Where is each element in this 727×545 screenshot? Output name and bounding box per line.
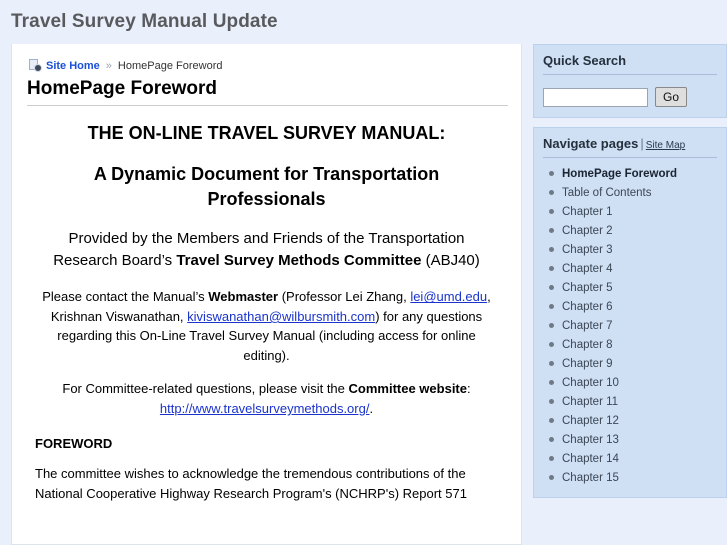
navigate-pages-list: HomePage Foreword Table of Contents Chapte…: [543, 164, 717, 487]
contact-text-1: Please contact the Manual’s: [42, 289, 209, 305]
provided-by-bold: Travel Survey Methods Committee: [176, 251, 422, 269]
nav-item-chapter-1[interactable]: Chapter 1: [543, 202, 717, 221]
nav-item-chapter-9[interactable]: Chapter 9: [543, 354, 717, 373]
content-page-title: HomePage Foreword: [27, 78, 508, 106]
committee-text-2: :: [467, 381, 471, 397]
nav-item-label: Chapter 5: [562, 281, 613, 294]
site-map-link[interactable]: Site Map: [646, 140, 685, 151]
contact-bold-webmaster: Webmaster: [208, 289, 279, 305]
nav-item-chapter-15[interactable]: Chapter 15: [543, 468, 717, 487]
email-link-lei[interactable]: lei@umd.edu: [410, 289, 487, 304]
nav-item-chapter-8[interactable]: Chapter 8: [543, 335, 717, 354]
page-title-heading: Travel Survey Manual Update: [11, 11, 278, 32]
bullet-icon: [549, 456, 554, 461]
bullet-icon: [549, 323, 554, 328]
bullet-icon: [549, 171, 554, 176]
bullet-icon: [549, 437, 554, 442]
committee-text-1: For Committee-related questions, please …: [62, 381, 349, 397]
sidebar: Quick Search Go Navigate pages | Site Map …: [533, 44, 727, 507]
bullet-icon: [549, 475, 554, 480]
foreword-paragraph: The committee wishes to acknowledge the …: [35, 466, 467, 501]
nav-item-chapter-12[interactable]: Chapter 12: [543, 411, 717, 430]
bullet-icon: [549, 361, 554, 366]
nav-item-chapter-13[interactable]: Chapter 13: [543, 430, 717, 449]
bullet-icon: [549, 247, 554, 252]
nav-item-chapter-5[interactable]: Chapter 5: [543, 278, 717, 297]
bullet-icon: [549, 342, 554, 347]
committee-website-link[interactable]: http://www.travelsurveymethods.org/: [160, 401, 370, 416]
provided-by-text-2: (ABJ40): [421, 251, 480, 269]
bullet-icon: [549, 304, 554, 309]
committee-bold-website: Committee website: [348, 381, 467, 397]
nav-item-label: Table of Contents: [562, 186, 652, 199]
quick-search-panel: Quick Search Go: [533, 44, 727, 118]
quick-search-title: Quick Search: [543, 53, 717, 75]
foreword-heading: FOREWORD: [35, 436, 113, 452]
nav-item-label: Chapter 8: [562, 338, 613, 351]
navigate-separator: |: [640, 136, 644, 151]
page-header: Travel Survey Manual Update: [0, 0, 727, 44]
bullet-icon: [549, 380, 554, 385]
committee-paragraph: For Committee-related questions, please …: [35, 379, 498, 418]
contact-paragraph: Please contact the Manual’s Webmaster (P…: [35, 287, 498, 365]
navigate-pages-title: Navigate pages | Site Map: [543, 136, 717, 158]
main-content-panel: Site Home » HomePage Foreword HomePage F…: [11, 44, 522, 545]
nav-item-label: Chapter 10: [562, 376, 619, 389]
bullet-icon: [549, 418, 554, 423]
breadcrumb-current-page: HomePage Foreword: [117, 59, 223, 72]
bullet-icon: [549, 209, 554, 214]
nav-item-chapter-7[interactable]: Chapter 7: [543, 316, 717, 335]
bullet-icon: [549, 285, 554, 290]
nav-item-label: Chapter 9: [562, 357, 613, 370]
navigate-pages-label: Navigate pages: [543, 136, 639, 151]
document-body: THE ON-LINE TRAVEL SURVEY MANUAL: A Dyna…: [25, 122, 508, 503]
nav-item-chapter-3[interactable]: Chapter 3: [543, 240, 717, 259]
nav-item-homepage-foreword[interactable]: HomePage Foreword: [543, 164, 717, 183]
email-link-kiviswanathan[interactable]: kiviswanathan@wilbursmith.com: [187, 309, 375, 324]
nav-item-chapter-4[interactable]: Chapter 4: [543, 259, 717, 278]
provided-by-paragraph: Provided by the Members and Friends of t…: [35, 228, 498, 272]
bullet-icon: [549, 266, 554, 271]
nav-item-label: Chapter 3: [562, 243, 613, 256]
nav-item-table-of-contents[interactable]: Table of Contents: [543, 183, 717, 202]
nav-item-chapter-14[interactable]: Chapter 14: [543, 449, 717, 468]
nav-item-label: Chapter 1: [562, 205, 613, 218]
bullet-icon: [549, 228, 554, 233]
nav-item-label: Chapter 11: [562, 395, 619, 408]
bullet-icon: [549, 190, 554, 195]
nav-item-label: Chapter 14: [562, 452, 619, 465]
committee-text-3: .: [369, 400, 374, 416]
page-shell: Site Home » HomePage Foreword HomePage F…: [0, 44, 727, 545]
breadcrumb: Site Home » HomePage Foreword: [29, 59, 508, 72]
nav-item-chapter-2[interactable]: Chapter 2: [543, 221, 717, 240]
nav-item-label: Chapter 6: [562, 300, 613, 313]
document-heading-main: THE ON-LINE TRAVEL SURVEY MANUAL:: [87, 123, 446, 143]
navigate-pages-panel: Navigate pages | Site Map HomePage Forewor…: [533, 127, 727, 498]
nav-item-label: Chapter 15: [562, 471, 619, 484]
breadcrumb-separator: »: [105, 59, 112, 72]
nav-item-chapter-11[interactable]: Chapter 11: [543, 392, 717, 411]
search-row: Go: [543, 87, 717, 107]
document-heading-sub: A Dynamic Document for Transportation Pr…: [93, 164, 440, 209]
search-go-button[interactable]: Go: [655, 87, 688, 107]
site-home-icon: [29, 59, 42, 72]
nav-item-chapter-6[interactable]: Chapter 6: [543, 297, 717, 316]
nav-item-label: Chapter 13: [562, 433, 619, 446]
nav-item-label: Chapter 4: [562, 262, 613, 275]
bullet-icon: [549, 399, 554, 404]
nav-item-label: HomePage Foreword: [562, 167, 678, 180]
breadcrumb-site-home-link[interactable]: Site Home: [46, 60, 100, 72]
nav-item-label: Chapter 12: [562, 414, 619, 427]
nav-item-label: Chapter 2: [562, 224, 613, 237]
search-input[interactable]: [543, 87, 648, 107]
nav-item-label: Chapter 7: [562, 319, 613, 332]
nav-item-chapter-10[interactable]: Chapter 10: [543, 373, 717, 392]
contact-text-2: (Professor Lei Zhang,: [278, 289, 411, 305]
